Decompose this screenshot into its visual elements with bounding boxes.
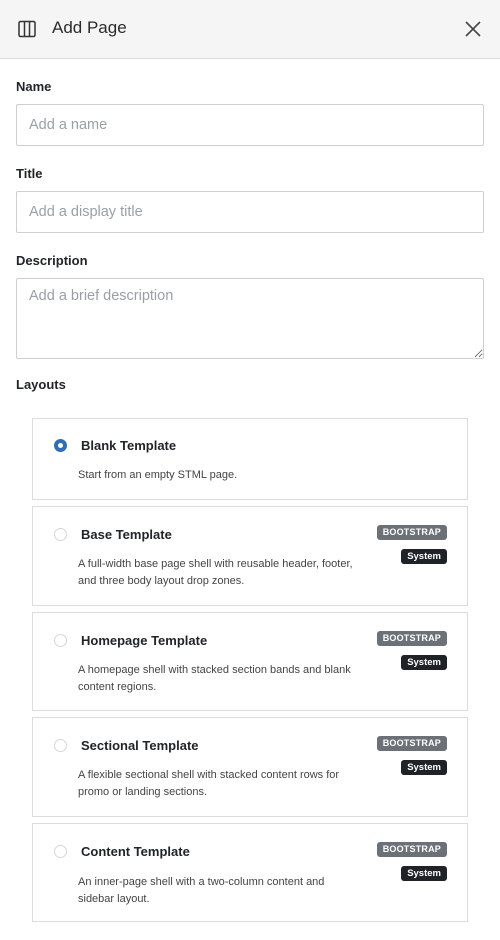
layout-radio-homepage[interactable] [54, 634, 67, 647]
side-panel-icon [18, 20, 36, 38]
panel-title: Add Page [52, 18, 127, 37]
layout-card-content[interactable]: Content Template BOOTSTRAP System An inn… [32, 823, 468, 922]
layout-title: Base Template [81, 527, 172, 542]
layout-description: A homepage shell with stacked section ba… [78, 664, 351, 693]
bootstrap-badge: BOOTSTRAP [376, 736, 447, 751]
layout-title: Content Template [81, 844, 190, 859]
layout-radio-blank[interactable] [54, 439, 67, 452]
panel-header: Add Page [0, 0, 500, 59]
name-input[interactable] [16, 104, 484, 146]
layout-card-sectional[interactable]: Sectional Template BOOTSTRAP System A fl… [32, 717, 468, 817]
layout-description: A full-width base page shell with reusab… [78, 558, 353, 587]
layout-title: Blank Template [81, 438, 177, 453]
layout-radio-content[interactable] [54, 845, 67, 858]
system-badge: System [401, 760, 447, 775]
layout-card-homepage[interactable]: Homepage Template BOOTSTRAP System A hom… [32, 612, 468, 711]
bootstrap-badge: BOOTSTRAP [376, 525, 447, 540]
layout-card-base[interactable]: Base Template BOOTSTRAP System A full-wi… [32, 506, 468, 606]
bootstrap-badge: BOOTSTRAP [376, 631, 447, 646]
name-label: Name [16, 79, 52, 94]
system-badge: System [401, 866, 447, 881]
title-input[interactable] [16, 191, 484, 233]
system-badge: System [401, 549, 447, 564]
layout-description: An inner-page shell with a two-column co… [78, 876, 325, 905]
layout-description: A flexible sectional shell with stacked … [78, 769, 340, 798]
description-label: Description [16, 253, 88, 268]
title-label: Title [16, 166, 43, 181]
layout-card-blank[interactable]: Blank Template Start from an empty STML … [32, 418, 468, 500]
layout-radio-sectional[interactable] [54, 739, 67, 752]
system-badge: System [401, 655, 447, 670]
description-textarea[interactable] [16, 278, 484, 359]
layout-title: Homepage Template [81, 633, 208, 648]
bootstrap-badge: BOOTSTRAP [376, 842, 447, 857]
layout-radio-base[interactable] [54, 528, 67, 541]
layout-description: Start from an empty STML page. [78, 469, 238, 481]
close-icon[interactable] [463, 19, 483, 39]
layouts-label: Layouts [16, 377, 66, 392]
layout-title: Sectional Template [81, 738, 199, 753]
